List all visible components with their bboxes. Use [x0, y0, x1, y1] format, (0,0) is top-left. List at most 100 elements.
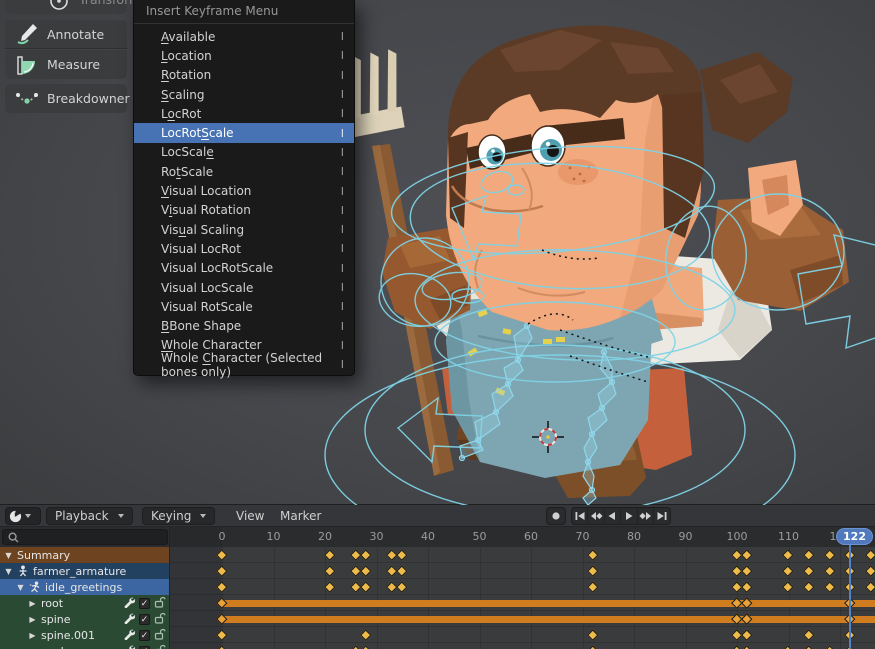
playhead-line[interactable] [849, 545, 851, 649]
channel-name: spine [41, 613, 71, 626]
menu-item-rotation[interactable]: RotationI [134, 66, 354, 85]
menu-item-label: Visual LocRot [161, 242, 241, 256]
menu-item-whole-character-selected-bones-only[interactable]: Whole Character (Selected bones only)I [134, 355, 354, 374]
wrench-icon[interactable] [123, 612, 135, 627]
channel-enable-checkbox[interactable]: ✓ [139, 614, 150, 625]
menu-item-visual-locrotscale[interactable]: Visual LocRotScaleI [134, 259, 354, 278]
menu-item-locscale[interactable]: LocScaleI [134, 143, 354, 162]
wrench-icon[interactable] [123, 596, 135, 611]
expand-triangle-icon[interactable]: ▶ [28, 615, 37, 624]
menu-item-bbone-shape[interactable]: BBone ShapeI [134, 316, 354, 335]
lock-open-icon[interactable] [154, 612, 166, 627]
menu-item-shortcut: I [341, 127, 344, 140]
channel-name: neck [41, 645, 67, 649]
channel-idle-greetings[interactable]: ▼idle_greetings [0, 579, 170, 595]
collapse-triangle-icon[interactable]: ▼ [4, 551, 13, 560]
menu-item-locrotscale[interactable]: LocRotScaleI [134, 123, 354, 142]
tool-annotate[interactable]: Annotate [5, 20, 127, 49]
long-keyframe-bar[interactable] [222, 616, 875, 623]
collapse-triangle-icon[interactable]: ▼ [16, 583, 25, 592]
menu-item-visual-rotscale[interactable]: Visual RotScaleI [134, 297, 354, 316]
menu-item-visual-locscale[interactable]: Visual LocScaleI [134, 278, 354, 297]
expand-triangle-icon[interactable]: ▶ [28, 599, 37, 608]
ruler-tick-60: 60 [524, 530, 538, 543]
ruler-tick-100: 100 [727, 530, 748, 543]
timeline-ruler-row: 0102030405060708090100110120 [0, 527, 875, 547]
channel-search-input[interactable] [2, 529, 168, 545]
play-forward-button[interactable] [621, 508, 637, 524]
channel-spine[interactable]: ▶ spine ✓ [0, 611, 170, 627]
tool-breakdowner[interactable]: Breakdowner [5, 84, 127, 113]
wrench-icon[interactable] [123, 644, 135, 649]
menu-item-label: Scaling [161, 88, 204, 102]
menu-item-location[interactable]: Location I [134, 46, 354, 65]
record-icon [551, 511, 561, 521]
current-frame-badge[interactable]: 122 [836, 528, 873, 545]
prev-keyframe-button[interactable] [588, 508, 604, 524]
menu-item-scaling[interactable]: Scaling I [134, 85, 354, 104]
menu-item-visual-location[interactable]: Visual LocationI [134, 181, 354, 200]
jump-start-button[interactable] [572, 508, 588, 524]
row-separator [170, 562, 875, 563]
expand-triangle-icon[interactable]: ▶ [28, 631, 37, 640]
menu-item-visual-rotation[interactable]: Visual Rotation I [134, 201, 354, 220]
channel-spine-001[interactable]: ▶ spine.001 ✓ [0, 627, 170, 643]
ruler-tick-50: 50 [473, 530, 487, 543]
ruler-tick-40: 40 [421, 530, 435, 543]
chevron-down-icon [25, 514, 31, 518]
menu-item-shortcut: I [341, 165, 344, 178]
tool-measure[interactable]: Measure [5, 50, 127, 79]
menu-label: Marker [280, 509, 321, 523]
menu-view[interactable]: View [228, 507, 272, 525]
timeline-editor: PlaybackKeyingViewMarker 010203040506070… [0, 505, 875, 649]
3d-viewport[interactable]: TransformAnnotateMeasureBreakdowner Inse… [0, 0, 875, 505]
record-button[interactable] [546, 507, 566, 525]
menu-label: Playback [55, 509, 109, 523]
ruler-tick-90: 90 [679, 530, 693, 543]
lock-open-icon[interactable] [154, 644, 166, 649]
menu-item-shortcut: I [341, 358, 344, 371]
menu-item-label: Visual LocRotScale [161, 261, 273, 275]
channel-enable-checkbox[interactable]: ✓ [139, 630, 150, 641]
menu-item-label: Location [161, 49, 212, 63]
editor-type-button[interactable] [5, 507, 41, 525]
channel-neck[interactable]: ▶neck✓ [0, 643, 170, 649]
long-keyframe-bar[interactable] [222, 600, 875, 607]
menu-item-shortcut: I [341, 204, 344, 217]
menu-item-rotscale[interactable]: RotScaleI [134, 162, 354, 181]
menu-item-shortcut: I [341, 49, 344, 62]
channel-name: spine.001 [41, 629, 95, 642]
lock-open-icon[interactable] [154, 596, 166, 611]
collapse-triangle-icon[interactable]: ▼ [4, 567, 13, 576]
menu-item-available[interactable]: AvailableI [134, 27, 354, 46]
menu-item-label: BBone Shape [161, 319, 241, 333]
menu-item-shortcut: I [341, 146, 344, 159]
channel-enable-checkbox[interactable]: ✓ [139, 646, 150, 649]
tool-label: Annotate [47, 27, 104, 42]
channel-enable-checkbox[interactable]: ✓ [139, 598, 150, 609]
menu-item-shortcut: I [341, 223, 344, 236]
wrench-icon[interactable] [123, 628, 135, 643]
menu-item-visual-scaling[interactable]: Visual ScalingI [134, 220, 354, 239]
channel-summary[interactable]: ▼Summary [0, 547, 170, 563]
annotate-pen-icon [15, 22, 39, 46]
menu-label: View [236, 509, 264, 523]
play-reverse-button[interactable] [605, 508, 621, 524]
tool-transform-partial[interactable]: Transform [5, 0, 127, 14]
menu-item-locrot[interactable]: LocRotI [134, 104, 354, 123]
menu-playback[interactable]: Playback [46, 507, 133, 525]
jump-end-button[interactable] [654, 508, 670, 524]
lock-open-icon[interactable] [154, 628, 166, 643]
menu-item-label: Visual Rotation [161, 203, 251, 217]
row-separator [170, 642, 875, 643]
channel-name: farmer_armature [33, 565, 126, 578]
menu-marker[interactable]: Marker [272, 507, 329, 525]
channel-farmer-armature[interactable]: ▼ farmer_armature [0, 563, 170, 579]
menu-item-visual-locrot[interactable]: Visual LocRotI [134, 239, 354, 258]
menu-keying[interactable]: Keying [142, 507, 215, 525]
menu-item-shortcut: I [341, 88, 344, 101]
next-keyframe-button[interactable] [638, 508, 654, 524]
frame-ruler[interactable]: 0102030405060708090100110120 [170, 527, 875, 547]
channel-root[interactable]: ▶root✓ [0, 595, 170, 611]
playback-controls [571, 507, 671, 525]
